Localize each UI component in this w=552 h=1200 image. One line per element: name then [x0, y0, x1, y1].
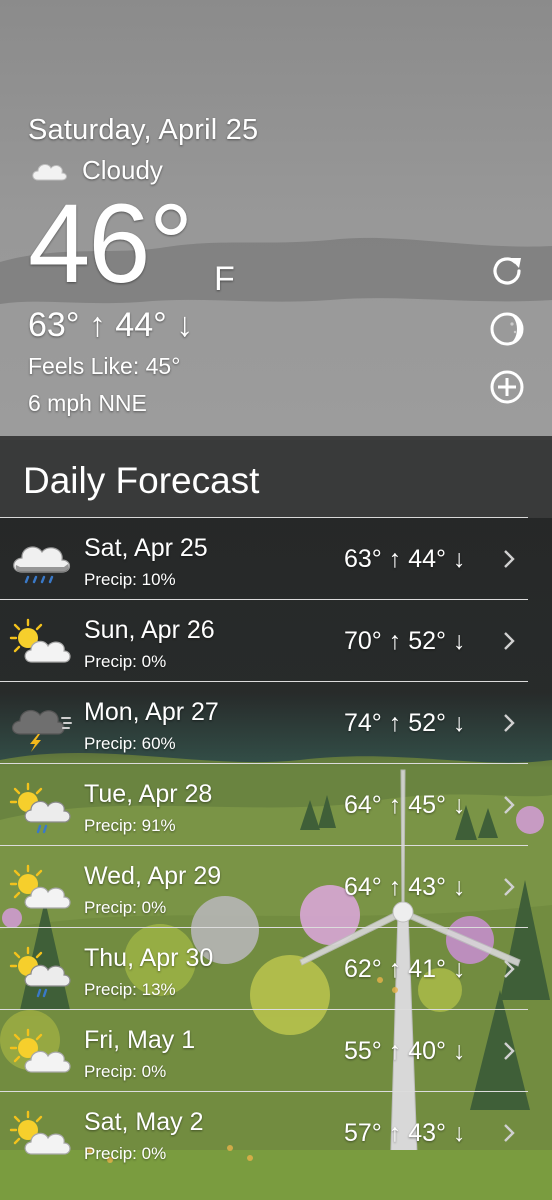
partly-cloudy-icon [9, 1110, 71, 1155]
high-low-temps: 63° ↑ 44° ↓ [28, 306, 194, 344]
forecast-day: Sat, Apr 25 [84, 534, 208, 562]
forecast-temps: 70° ↑ 52° ↓ [344, 627, 466, 655]
forecast-day: Tue, Apr 28 [84, 780, 213, 808]
forecast-precip: Precip: 0% [84, 898, 167, 917]
forecast-temps: 55° ↑ 40° ↓ [344, 1037, 466, 1065]
forecast-precip: Precip: 0% [84, 652, 167, 671]
forecast-precip: Precip: 10% [84, 570, 176, 589]
sun-rain-cloud-icon [9, 782, 71, 834]
temperature-unit: F [214, 260, 235, 298]
forecast-temps: 63° ↑ 44° ↓ [344, 545, 466, 573]
sun-rain-cloud-icon [9, 946, 71, 998]
forecast-precip: Precip: 91% [84, 816, 176, 835]
forecast-temps: 64° ↑ 43° ↓ [344, 873, 466, 901]
chevron-right-icon [504, 714, 515, 732]
current-date: Saturday, April 25 [28, 114, 259, 146]
forecast-precip: Precip: 0% [84, 1062, 167, 1081]
thunderstorm-icon [11, 709, 72, 752]
forecast-precip: Precip: 0% [84, 1144, 167, 1163]
forecast-day: Fri, May 1 [84, 1026, 196, 1054]
forecast-day: Sat, May 2 [84, 1108, 204, 1136]
forecast-row-thu-apr-30[interactable]: Thu, Apr 30 Precip: 13% 62° ↑ 41° ↓ [0, 928, 552, 1010]
forecast-temps: 62° ↑ 41° ↓ [344, 955, 466, 983]
chevron-right-icon [504, 632, 515, 650]
add-icon[interactable] [488, 368, 526, 406]
current-temperature: 46° [28, 181, 193, 306]
forecast-day: Wed, Apr 29 [84, 862, 222, 890]
forecast-temps: 57° ↑ 43° ↓ [344, 1119, 466, 1147]
chevron-right-icon [504, 960, 515, 978]
forecast-row-fri-may-1[interactable]: Fri, May 1 Precip: 0% 55° ↑ 40° ↓ [0, 1010, 552, 1092]
forecast-precip: Precip: 60% [84, 734, 176, 753]
feels-like: Feels Like: 45° [28, 353, 181, 379]
forecast-day: Sun, Apr 26 [84, 616, 215, 644]
forecast-temps: 74° ↑ 52° ↓ [344, 709, 466, 737]
chevron-right-icon [504, 550, 515, 568]
chevron-right-icon [504, 1124, 515, 1142]
refresh-icon[interactable] [488, 252, 526, 290]
forecast-row-wed-apr-29[interactable]: Wed, Apr 29 Precip: 0% 64° ↑ 43° ↓ [0, 846, 552, 928]
daily-forecast-header: Daily Forecast [0, 436, 552, 518]
forecast-row-sat-may-2[interactable]: Sat, May 2 Precip: 0% 57° ↑ 43° ↓ [0, 1092, 552, 1174]
partly-cloudy-icon [9, 1028, 71, 1073]
daily-forecast-title: Daily Forecast [23, 460, 260, 501]
rain-cloud-icon [13, 546, 71, 584]
forecast-day: Thu, Apr 30 [84, 944, 214, 972]
partly-cloudy-icon [9, 864, 71, 909]
chevron-right-icon [504, 796, 515, 814]
forecast-temps: 64° ↑ 45° ↓ [344, 791, 466, 819]
partly-cloudy-icon [9, 618, 71, 663]
forecast-row-mon-apr-27[interactable]: Mon, Apr 27 Precip: 60% 74° ↑ 52° ↓ [0, 682, 552, 764]
forecast-row-sun-apr-26[interactable]: Sun, Apr 26 Precip: 0% 70° ↑ 52° ↓ [0, 600, 552, 682]
chevron-right-icon [504, 1042, 515, 1060]
wind-info: 6 mph NNE [28, 390, 147, 416]
forecast-row-sat-apr-25[interactable]: Sat, Apr 25 Precip: 10% 63° ↑ 44° ↓ [0, 518, 552, 600]
forecast-day: Mon, Apr 27 [84, 698, 219, 726]
chevron-right-icon [504, 878, 515, 896]
moon-phase-icon[interactable] [488, 310, 526, 348]
forecast-row-tue-apr-28[interactable]: Tue, Apr 28 Precip: 91% 64° ↑ 45° ↓ [0, 764, 552, 846]
forecast-precip: Precip: 13% [84, 980, 176, 999]
